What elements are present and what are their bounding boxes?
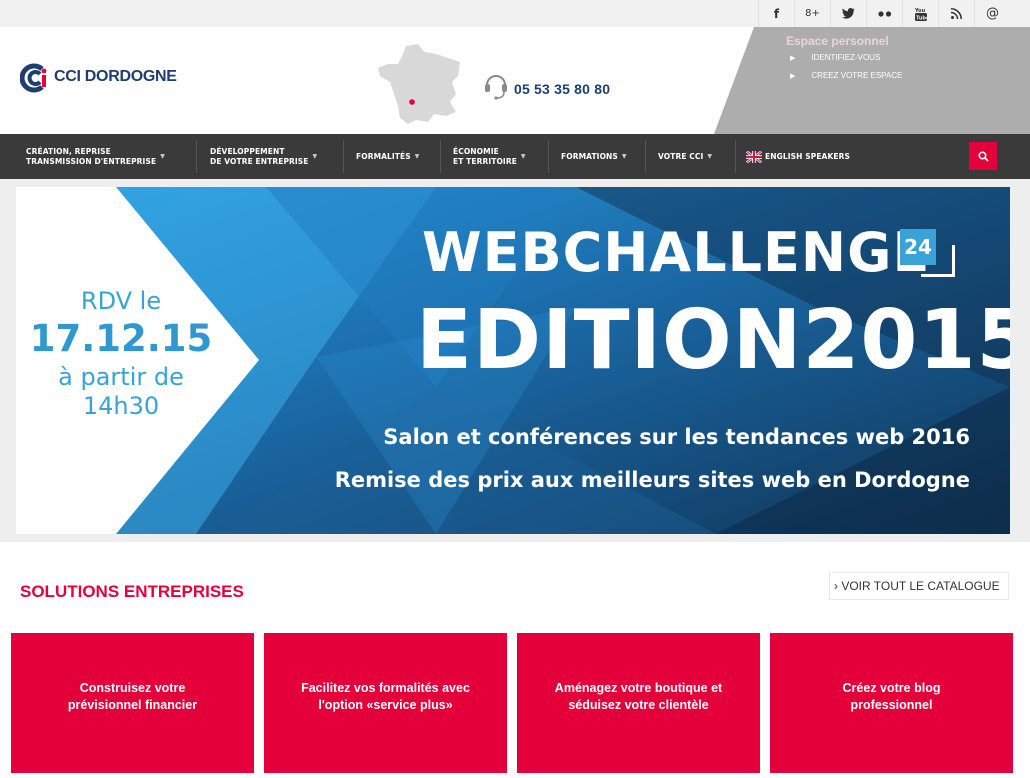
nav-divider — [440, 140, 441, 173]
nav-label-line2: DE VOTRE ENTREPRISE — [210, 156, 309, 166]
nav-label: VOTRE CCI — [658, 151, 704, 161]
site-header: CCI DORDOGNE 05 53 35 80 80 Espace perso… — [0, 27, 1030, 134]
card-line2: prévisionnel financier — [67, 698, 198, 712]
card-line1: Aménagez votre boutique et — [554, 681, 723, 695]
social-bar: f 8+ YouTube @ — [0, 0, 1030, 27]
caret-down-icon: ▼ — [520, 152, 526, 160]
event-date-block: RDV le 17.12.15 à partir de 14h30 — [16, 287, 226, 421]
nav-label-line2: ET TERRITOIRE — [453, 156, 517, 166]
youtube-icon[interactable]: YouTube — [902, 0, 938, 27]
nav-divider — [548, 140, 549, 173]
email-icon[interactable]: @ — [974, 0, 1010, 27]
france-map — [376, 42, 466, 127]
logo[interactable]: CCI DORDOGNE — [19, 63, 177, 93]
nav-label: FORMALITÉS — [356, 151, 411, 161]
phone-number: 05 53 35 80 80 — [514, 80, 611, 97]
nav-label-line1: CRÉATION, REPRISE — [26, 146, 111, 156]
nav-label: FORMATIONS — [561, 151, 618, 161]
logo-text: CCI DORDOGNE — [54, 68, 177, 85]
create-space-label: CREEZ VOTRE ESPACE — [811, 71, 903, 80]
section-title: SOLUTIONS ENTREPRISES — [20, 582, 244, 601]
rss-icon[interactable] — [938, 0, 974, 27]
card-previsionnel[interactable]: Construisez votre prévisionnel financier — [11, 633, 254, 773]
svg-text:Tube: Tube — [916, 15, 927, 21]
nav-divider — [645, 140, 646, 173]
solutions-section: SOLUTIONS ENTREPRISES › VOIR TOUT LE CAT… — [0, 542, 1030, 778]
nav-divider — [343, 140, 344, 173]
main-nav: CRÉATION, REPRISE TRANSMISSION D'ENTREPRI… — [0, 134, 1030, 179]
solutions-cards: Construisez votre prévisionnel financier… — [11, 633, 1013, 773]
banner-subtitle-2: Remise des prix aux meilleurs sites web … — [334, 468, 970, 492]
card-boutique[interactable]: Aménagez votre boutique et séduisez votr… — [517, 633, 760, 773]
espace-personnel: Espace personnel ▶ IDENTIFIEZ-VOUS ▶ CRE… — [714, 27, 1030, 134]
card-line1: Créez votre blog — [842, 681, 941, 695]
nav-votre-cci[interactable]: VOTRE CCI ▼ — [658, 134, 712, 179]
caret-down-icon: ▼ — [414, 152, 420, 160]
card-formalites[interactable]: Facilitez vos formalités avec l'option «… — [264, 633, 507, 773]
nav-divider — [196, 140, 197, 173]
uk-flag-icon — [746, 150, 762, 163]
search-icon — [977, 150, 989, 162]
caret-down-icon: ▼ — [160, 152, 165, 160]
nav-formalites[interactable]: FORMALITÉS ▼ — [356, 134, 419, 179]
nav-economie[interactable]: ÉCONOMIE ET TERRITOIRE ▼ — [453, 134, 526, 179]
nav-english-speakers[interactable]: ENGLISH SPEAKERS — [746, 134, 850, 179]
card-line2: professionnel — [850, 698, 933, 712]
phone-contact[interactable]: 05 53 35 80 80 — [484, 71, 610, 106]
nav-creation-reprise[interactable]: CRÉATION, REPRISE TRANSMISSION D'ENTREPRI… — [26, 134, 165, 179]
rdv-label: RDV le — [80, 287, 162, 315]
nav-label: ENGLISH SPEAKERS — [765, 151, 850, 161]
nav-label-line1: DÉVELOPPEMENT — [210, 146, 285, 156]
play-arrow-icon: ▶ — [790, 72, 796, 80]
banner-edition: EDITION2015 — [416, 293, 1010, 388]
nav-developpement[interactable]: DÉVELOPPEMENT DE VOTRE ENTREPRISE ▼ — [210, 134, 317, 179]
banner-title: WEBCHALLENGE — [422, 221, 931, 284]
caret-down-icon: ▼ — [621, 152, 627, 160]
nav-divider — [735, 140, 736, 173]
hero-banner[interactable]: RDV le 17.12.15 à partir de 14h30 WEBCHA… — [16, 187, 1010, 534]
card-line1: Construisez votre — [79, 681, 186, 695]
caret-down-icon: ▼ — [312, 152, 318, 160]
twitter-icon[interactable] — [830, 0, 866, 27]
play-arrow-icon: ▶ — [790, 54, 796, 62]
card-blog[interactable]: Créez votre blog professionnel — [770, 633, 1013, 773]
identify-link[interactable]: ▶ IDENTIFIEZ-VOUS — [790, 53, 880, 62]
search-button[interactable] — [969, 142, 997, 170]
identify-label: IDENTIFIEZ-VOUS — [811, 53, 881, 62]
nav-formations[interactable]: FORMATIONS ▼ — [561, 134, 627, 179]
social-icons: f 8+ YouTube @ — [758, 0, 1010, 27]
card-line2: l'option «service plus» — [318, 698, 453, 712]
event-date: 17.12.15 — [29, 317, 213, 360]
from-label: à partir de — [58, 363, 184, 391]
card-line1: Facilitez vos formalités avec — [301, 681, 470, 695]
card-line2: séduisez votre clientèle — [568, 698, 709, 712]
facebook-icon[interactable]: f — [758, 0, 794, 27]
flickr-icon[interactable] — [866, 0, 902, 27]
google-plus-icon[interactable]: 8+ — [794, 0, 830, 27]
cci-logo-icon — [19, 63, 48, 93]
espace-title: Espace personnel — [786, 34, 889, 48]
nav-label-line1: ÉCONOMIE — [453, 146, 499, 156]
headset-icon — [484, 71, 508, 106]
create-space-link[interactable]: ▶ CREEZ VOTRE ESPACE — [790, 71, 902, 80]
banner-subtitle-1: Salon et conférences sur les tendances w… — [383, 425, 970, 449]
nav-label-line2: TRANSMISSION D'ENTREPRISE — [26, 156, 157, 166]
view-catalog-button[interactable]: › VOIR TOUT LE CATALOGUE — [829, 572, 1009, 600]
event-time: 14h30 — [82, 392, 160, 420]
caret-down-icon: ▼ — [707, 152, 713, 160]
badge-24: 24 — [900, 229, 936, 265]
